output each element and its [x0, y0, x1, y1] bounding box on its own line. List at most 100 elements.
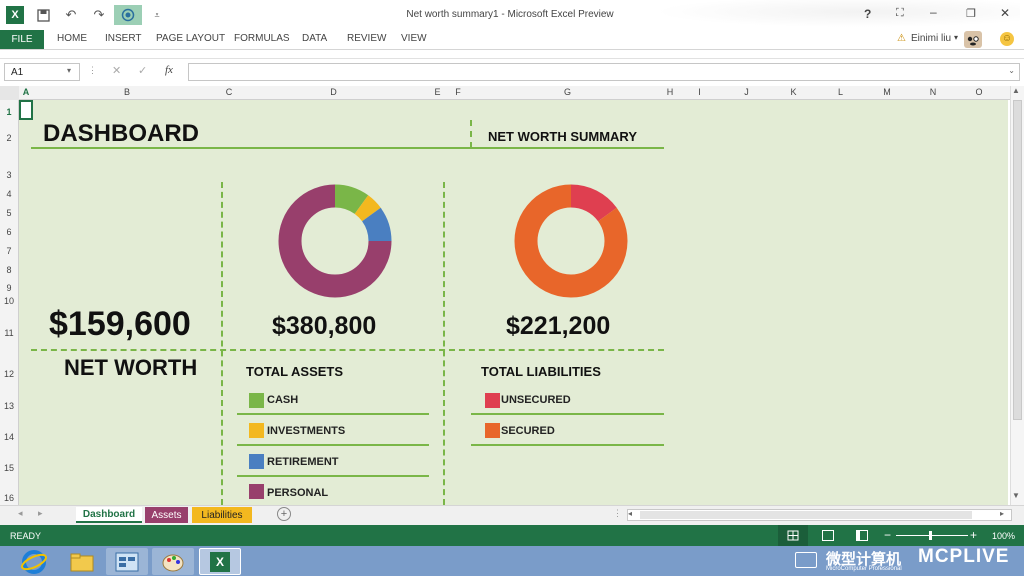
- row-header[interactable]: 3: [0, 170, 18, 180]
- page-break-view-icon[interactable]: [856, 530, 868, 541]
- page-layout-view-icon[interactable]: [822, 530, 834, 541]
- zoom-in-icon[interactable]: +: [970, 528, 977, 542]
- row-header[interactable]: 5: [0, 208, 18, 218]
- scroll-left-icon[interactable]: ◂: [628, 509, 632, 518]
- column-header[interactable]: I: [676, 87, 723, 97]
- row-header[interactable]: 2: [0, 133, 18, 143]
- touch-mode-icon[interactable]: [114, 5, 142, 25]
- tab-home[interactable]: HOME: [57, 33, 87, 44]
- scroll-thumb[interactable]: [640, 511, 972, 519]
- save-icon[interactable]: [32, 5, 54, 25]
- minimize-icon[interactable]: –: [930, 5, 937, 19]
- cancel-icon[interactable]: ✕: [112, 64, 121, 77]
- zoom-slider[interactable]: [896, 535, 968, 536]
- user-name[interactable]: Einimi liu: [911, 33, 951, 44]
- column-header[interactable]: K: [770, 87, 817, 97]
- legend-swatch: [249, 423, 264, 438]
- row-header[interactable]: 15: [0, 463, 18, 473]
- sheet-tab-liabilities[interactable]: Liabilities: [192, 507, 252, 523]
- row-header[interactable]: 13: [0, 401, 18, 411]
- row-header[interactable]: 1: [0, 107, 18, 117]
- file-explorer-icon[interactable]: [61, 548, 103, 575]
- restore-icon[interactable]: ❐: [966, 7, 976, 20]
- redo-icon[interactable]: ↷: [88, 5, 110, 25]
- next-sheet-icon[interactable]: ▸: [38, 508, 43, 519]
- row-header[interactable]: 16: [0, 493, 18, 503]
- enter-icon[interactable]: ✓: [138, 64, 147, 77]
- customize-toolbar-icon[interactable]: ⩡: [146, 5, 168, 25]
- prev-sheet-icon[interactable]: ◂: [18, 508, 23, 519]
- column-header[interactable]: B: [33, 87, 221, 97]
- name-box[interactable]: A1 ▾: [4, 63, 80, 81]
- legend-swatch: [249, 484, 264, 499]
- row-header[interactable]: 4: [0, 189, 18, 199]
- user-dropdown-icon[interactable]: ▾: [954, 33, 958, 42]
- column-header[interactable]: F: [445, 87, 471, 97]
- close-icon[interactable]: ✕: [1000, 6, 1010, 20]
- column-header[interactable]: D: [237, 87, 430, 97]
- scroll-right-icon[interactable]: ▸: [1000, 509, 1004, 518]
- zoom-level[interactable]: 100%: [992, 531, 1015, 541]
- row-header[interactable]: 10: [0, 296, 18, 306]
- column-header[interactable]: H: [664, 87, 676, 97]
- expand-formula-icon[interactable]: ⌄: [1008, 66, 1015, 75]
- column-header[interactable]: N: [910, 87, 956, 97]
- ie-icon[interactable]: [14, 548, 54, 575]
- horizontal-scrollbar[interactable]: ◂ ▸: [627, 509, 1012, 521]
- row-header[interactable]: 7: [0, 246, 18, 256]
- tab-page-layout[interactable]: PAGE LAYOUT: [156, 33, 225, 44]
- row-header[interactable]: 9: [0, 283, 18, 293]
- chevron-down-icon[interactable]: ▾: [67, 66, 71, 75]
- tab-data[interactable]: DATA: [302, 33, 327, 44]
- excel-taskbar-icon[interactable]: X: [199, 548, 241, 575]
- summary-title: NET WORTH SUMMARY: [488, 129, 638, 144]
- tab-insert[interactable]: INSERT: [105, 33, 142, 44]
- title-divider: [470, 120, 472, 148]
- control-panel-icon[interactable]: [106, 548, 148, 575]
- column-header[interactable]: J: [723, 87, 770, 97]
- column-header[interactable]: G: [471, 87, 664, 97]
- assets-value: $380,800: [272, 312, 377, 340]
- column-header[interactable]: O: [956, 87, 1002, 97]
- insert-function-button[interactable]: fx: [165, 64, 173, 76]
- normal-view-button[interactable]: [778, 525, 808, 546]
- column-header[interactable]: C: [221, 87, 237, 97]
- tab-review[interactable]: REVIEW: [347, 33, 386, 44]
- zoom-out-icon[interactable]: −: [884, 528, 891, 542]
- column-header[interactable]: M: [864, 87, 910, 97]
- active-cell-a1[interactable]: [19, 100, 33, 120]
- zoom-slider-thumb[interactable]: [929, 531, 932, 540]
- paint-icon[interactable]: [152, 548, 194, 575]
- row-header[interactable]: 8: [0, 265, 18, 275]
- smiley-feedback-icon[interactable]: ☺: [1000, 32, 1014, 46]
- divider-vertical-2: [443, 182, 445, 505]
- row-header[interactable]: 6: [0, 227, 18, 237]
- tab-formulas[interactable]: FORMULAS: [234, 33, 290, 44]
- column-header[interactable]: L: [817, 87, 864, 97]
- row-header[interactable]: 14: [0, 432, 18, 442]
- select-all-button[interactable]: [0, 86, 19, 100]
- new-sheet-button[interactable]: +: [277, 507, 291, 521]
- scroll-thumb[interactable]: [1013, 100, 1022, 420]
- undo-icon[interactable]: ↶: [60, 5, 82, 25]
- dashboard-sheet[interactable]: DASHBOARD NET WORTH SUMMARY $159,600 $38…: [19, 100, 1008, 505]
- file-tab[interactable]: FILE: [0, 30, 44, 49]
- sheet-tab-assets[interactable]: Assets: [145, 507, 188, 523]
- legend-item-investments: INVESTMENTS: [237, 416, 429, 446]
- row-header[interactable]: 11: [0, 328, 18, 338]
- formula-input[interactable]: ⌄: [188, 63, 1020, 81]
- help-button[interactable]: ?: [864, 7, 871, 21]
- sheet-tab-dashboard[interactable]: Dashboard: [76, 507, 142, 523]
- row-header[interactable]: 12: [0, 369, 18, 379]
- sheet-tab-bar: ◂ ▸ Dashboard Assets Liabilities + ⋮ ◂ ▸: [0, 505, 1024, 525]
- scroll-up-icon[interactable]: ▲: [1012, 86, 1020, 95]
- keyboard-icon[interactable]: [795, 552, 817, 568]
- vertical-scrollbar[interactable]: ▲ ▼: [1010, 86, 1024, 505]
- column-header[interactable]: E: [430, 87, 445, 97]
- fullscreen-icon[interactable]: ⛶: [896, 7, 904, 20]
- column-header[interactable]: A: [19, 87, 33, 97]
- scroll-down-icon[interactable]: ▼: [1012, 491, 1020, 500]
- excel-logo-icon: X: [210, 551, 230, 572]
- tab-view[interactable]: VIEW: [401, 33, 427, 44]
- avatar[interactable]: [964, 31, 982, 48]
